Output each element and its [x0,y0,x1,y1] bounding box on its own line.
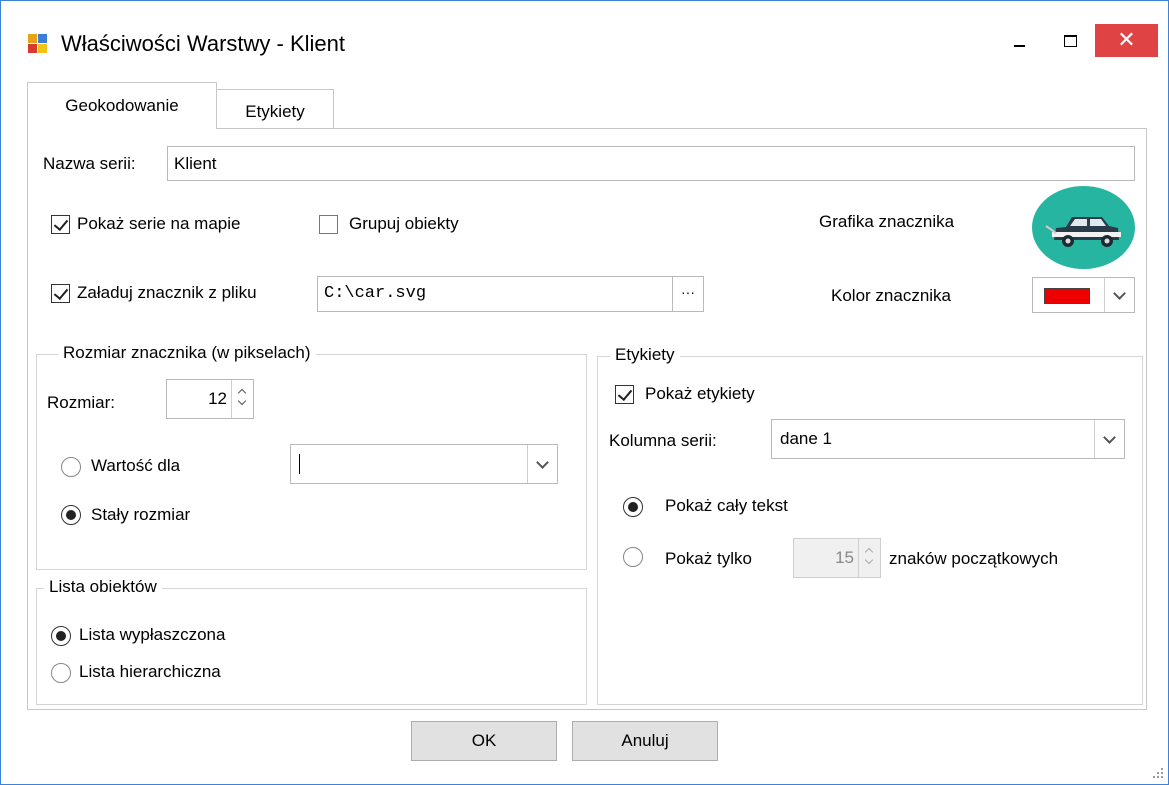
load-marker-label[interactable]: Załaduj znacznik z pliku [77,283,257,303]
tab-etykiety[interactable]: Etykiety [217,89,334,129]
object-list-group: Lista obiektów [36,577,587,705]
show-labels-label[interactable]: Pokaż etykiety [645,384,755,404]
value-for-radio[interactable] [61,457,81,477]
cancel-button[interactable]: Anuluj [572,721,718,761]
series-name-input[interactable]: Klient [167,146,1135,181]
size-label: Rozmiar: [47,393,116,412]
hierarchical-list-label[interactable]: Lista hierarchiczna [79,662,221,682]
text-cursor [299,454,300,474]
size-stepper-arrows[interactable] [231,380,253,418]
series-column-value: dane 1 [780,429,832,448]
flat-list-radio[interactable] [51,626,71,646]
chars-count-arrows[interactable] [858,539,880,577]
tab-geokodowanie[interactable]: Geokodowanie [27,82,217,129]
value-for-label[interactable]: Wartość dla [91,456,180,476]
size-group-title: Rozmiar znacznika (w pikselach) [58,343,316,363]
group-objects-checkbox[interactable] [319,215,338,234]
only-chars-radio[interactable] [623,547,643,567]
chars-suffix-label: znaków początkowych [889,549,1059,568]
full-text-label[interactable]: Pokaż cały tekst [665,496,788,516]
full-text-radio[interactable] [623,497,643,517]
chevron-down-icon [1103,431,1116,444]
value-for-dropdown[interactable] [290,444,558,484]
chars-count-stepper[interactable]: 15 [793,538,881,578]
arrow-down-icon[interactable] [864,555,874,565]
group-objects-label[interactable]: Grupuj obiekty [349,214,459,234]
show-on-map-checkbox[interactable] [51,215,70,234]
arrow-down-icon[interactable] [237,396,247,406]
marker-color-picker[interactable] [1032,277,1135,313]
window-title: Właściwości Warstwy - Klient [61,31,345,56]
file-path-input[interactable]: C:\car.svg [317,276,673,312]
labels-group: Etykiety [597,345,1143,705]
fixed-size-label[interactable]: Stały rozmiar [91,505,190,525]
title-bar[interactable]: Właściwości Warstwy - Klient ✕ [1,1,1168,63]
browse-button[interactable]: ··· [672,276,704,312]
close-button[interactable]: ✕ [1095,24,1158,57]
car-icon [1045,217,1121,247]
marker-graphic-preview[interactable] [1032,186,1135,269]
object-list-group-title: Lista obiektów [44,577,162,597]
size-stepper[interactable]: 12 [166,379,254,419]
chevron-down-icon [1113,287,1126,300]
hierarchical-list-radio[interactable] [51,663,71,683]
marker-graphic-label: Grafika znacznika [819,212,955,231]
close-icon: ✕ [1117,27,1136,52]
size-value[interactable]: 12 [208,380,227,418]
series-column-dropdown[interactable]: dane 1 [771,419,1125,459]
ok-button[interactable]: OK [411,721,557,761]
fixed-size-radio[interactable] [61,505,81,525]
marker-color-label: Kolor znacznika [831,286,952,305]
minimize-button[interactable] [996,23,1044,59]
series-column-dropdown-button[interactable] [1094,420,1124,458]
only-chars-label[interactable]: Pokaż tylko [665,549,752,569]
color-swatch [1044,288,1090,304]
properties-dialog: Właściwości Warstwy - Klient ✕ Geokodowa… [0,0,1169,785]
chevron-down-icon [536,456,549,469]
value-for-dropdown-button[interactable] [527,445,557,483]
chars-count-value[interactable]: 15 [835,539,854,577]
labels-group-title: Etykiety [610,345,680,365]
series-name-label: Nazwa serii: [43,154,136,173]
load-marker-checkbox[interactable] [51,284,70,303]
show-labels-checkbox[interactable] [615,385,634,404]
show-on-map-label[interactable]: Pokaż serie na mapie [77,214,240,234]
series-column-label: Kolumna serii: [609,431,717,450]
maximize-button[interactable] [1047,23,1095,59]
resize-grip-icon[interactable] [1152,768,1164,780]
color-dropdown-button[interactable] [1104,278,1134,312]
app-icon [28,34,48,54]
flat-list-label[interactable]: Lista wypłaszczona [79,625,225,645]
